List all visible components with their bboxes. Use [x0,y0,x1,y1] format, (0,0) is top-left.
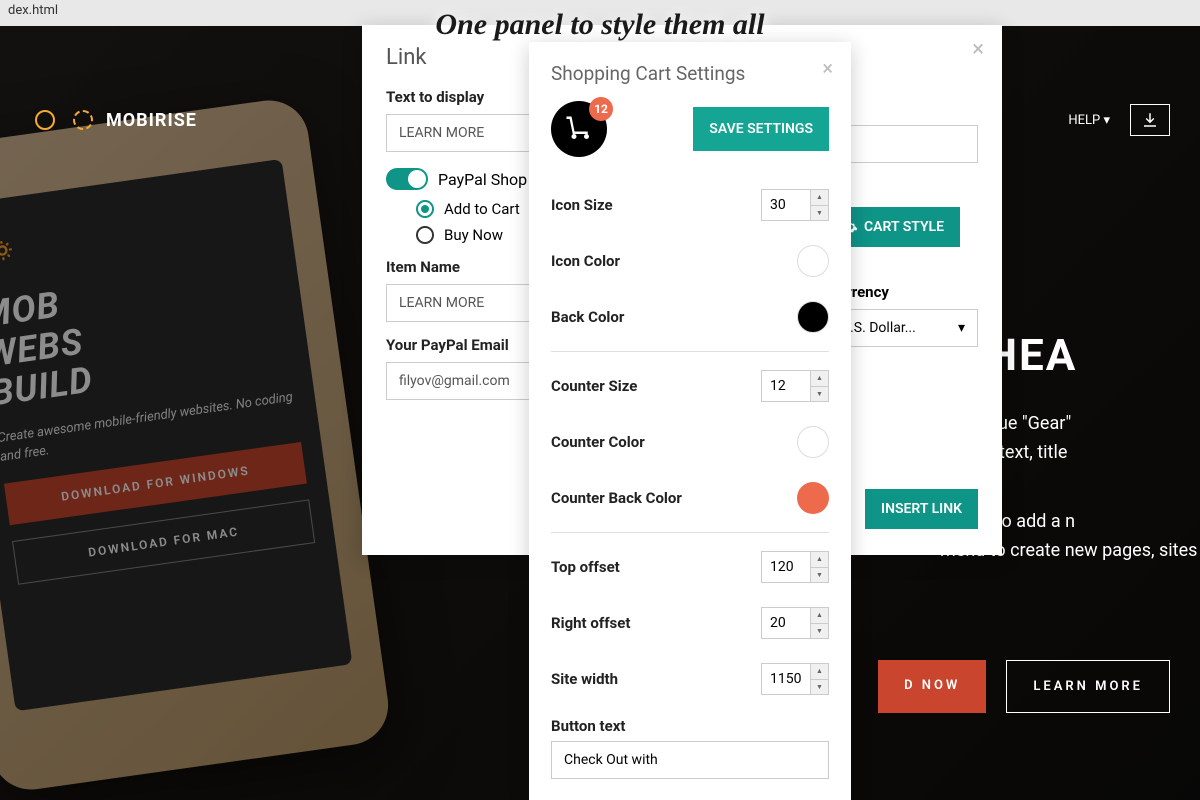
paypal-toggle-label: PayPal Shop [438,170,527,189]
insert-link-button[interactable]: INSERT LINK [865,489,978,529]
sun-icon-2 [68,105,98,135]
close-icon[interactable]: × [972,37,984,62]
save-settings-button[interactable]: SAVE SETTINGS [693,107,829,151]
divider [551,532,829,533]
brand-label: MOBIRISE [106,110,197,131]
cart-settings-panel: × Shopping Cart Settings 12 SAVE SETTING… [529,42,851,800]
radio-buy-now[interactable] [416,226,434,244]
radio-add-to-cart[interactable] [416,200,434,218]
title-overlay: One panel to style them all [435,8,764,42]
right-offset-input[interactable]: ▲▼ [761,607,829,639]
sun-icon [30,105,60,135]
button-text-label: Button text [551,717,829,735]
hero-buttons: D NOW LEARN MORE [878,660,1170,713]
counter-size-label: Counter Size [551,377,637,395]
icon-color-label: Icon Color [551,252,620,270]
counter-color-label: Counter Color [551,433,645,451]
nav-help[interactable]: HELP ▾ [1068,113,1110,128]
site-width-label: Site width [551,670,618,688]
site-width-input[interactable]: ▲▼ [761,663,829,695]
counter-size-input[interactable]: ▲▼ [761,370,829,402]
back-color-swatch[interactable] [797,301,829,333]
counter-back-swatch[interactable] [797,482,829,514]
step-up-icon: ▲ [811,190,828,206]
counter-back-label: Counter Back Color [551,489,682,507]
divider [551,351,829,352]
cart-badge: 12 [589,97,613,121]
paypal-toggle[interactable] [386,168,428,190]
close-icon[interactable]: × [822,56,833,80]
icon-color-swatch[interactable] [797,245,829,277]
cart-icon [564,114,594,144]
top-offset-label: Top offset [551,558,620,576]
hero-learn-button[interactable]: LEARN MORE [1006,660,1170,713]
cart-preview-icon: 12 [551,101,607,157]
right-offset-label: Right offset [551,614,630,632]
back-color-label: Back Color [551,308,624,326]
top-offset-input[interactable]: ▲▼ [761,551,829,583]
chevron-down-icon: ▾ [958,320,965,336]
cart-panel-title: Shopping Cart Settings [551,62,829,85]
hero-cta-button[interactable]: D NOW [878,660,986,713]
step-down-icon: ▼ [811,206,828,221]
icon-size-input[interactable]: ▲▼ [761,189,829,221]
icon-size-label: Icon Size [551,196,613,214]
counter-color-swatch[interactable] [797,426,829,458]
button-text-input[interactable] [551,741,829,779]
download-icon[interactable] [1130,104,1170,136]
